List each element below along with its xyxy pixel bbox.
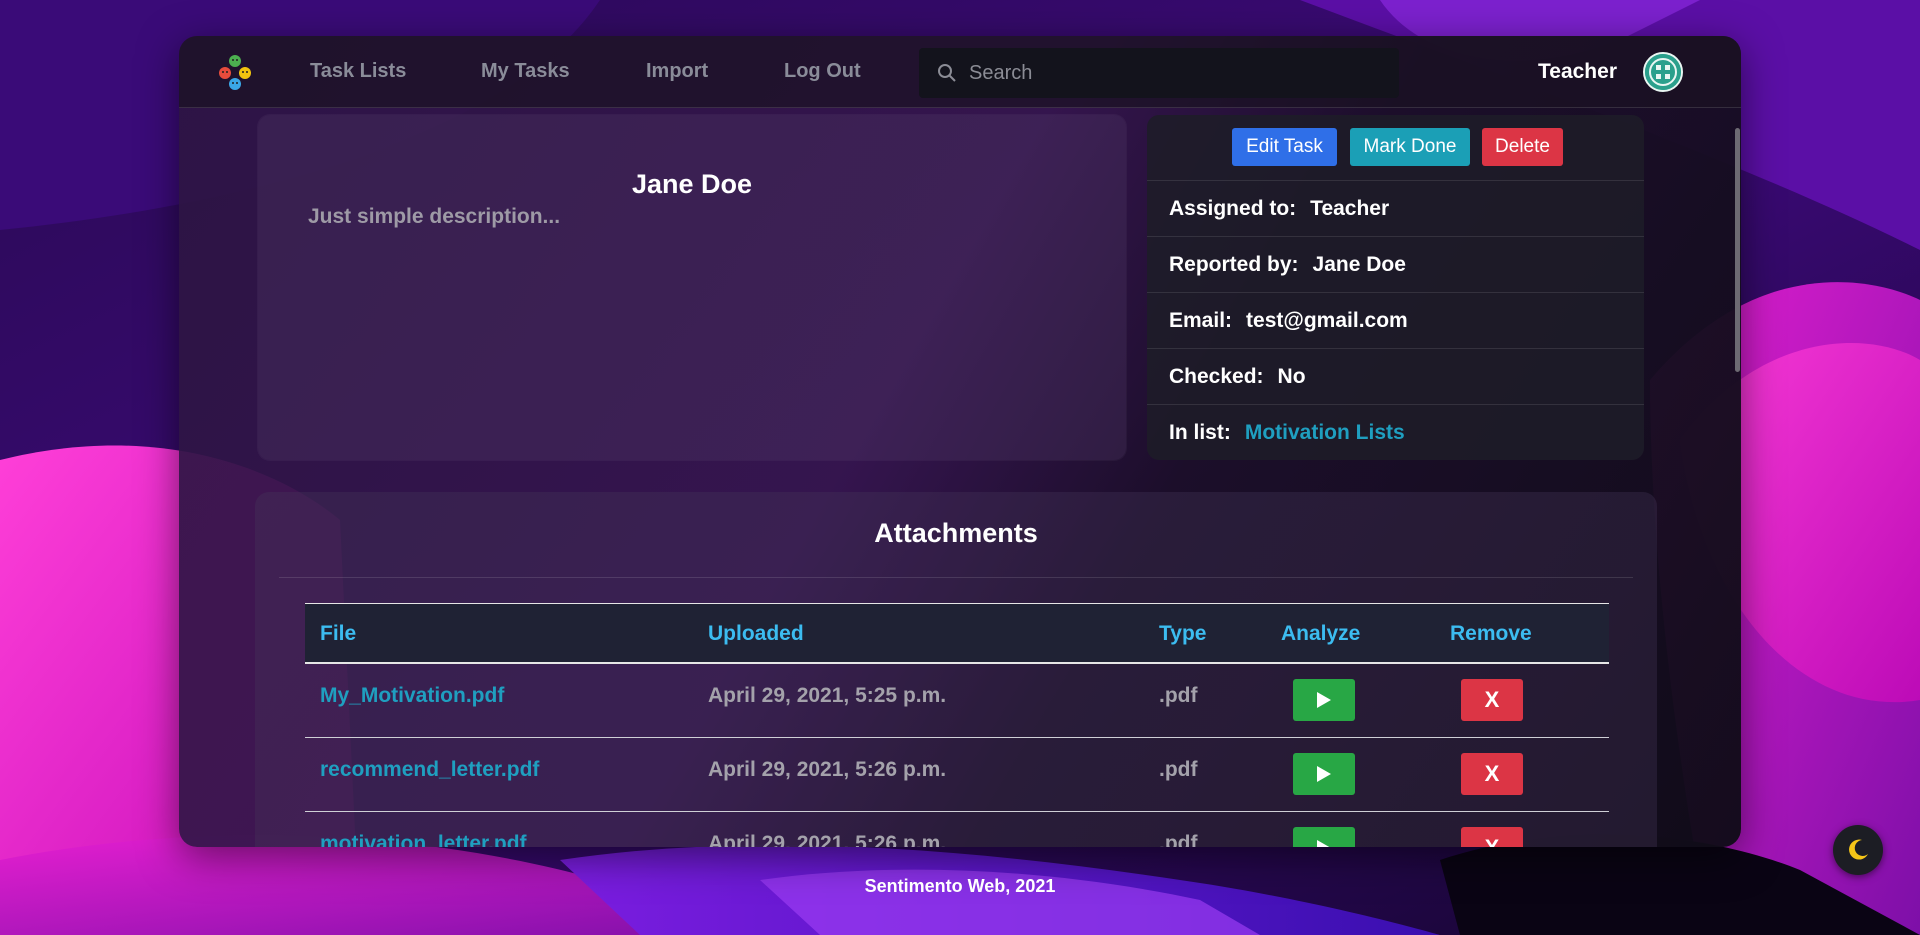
remove-button[interactable]: X <box>1461 753 1523 795</box>
file-type: .pdf <box>1159 684 1198 707</box>
mark-done-button[interactable]: Mark Done <box>1350 128 1470 166</box>
search-input[interactable] <box>969 48 1389 98</box>
file-link[interactable]: recommend_letter.pdf <box>320 758 539 782</box>
delete-button[interactable]: Delete <box>1482 128 1563 166</box>
file-type: .pdf <box>1159 758 1198 781</box>
analyze-button[interactable] <box>1293 679 1355 721</box>
remove-button[interactable]: X <box>1461 679 1523 721</box>
column-header-analyze: Analyze <box>1281 622 1361 645</box>
remove-button[interactable]: X <box>1461 827 1523 847</box>
task-description: Just simple description... <box>308 205 561 228</box>
in-list-row: In list: Motivation Lists <box>1147 405 1644 460</box>
play-icon <box>1317 692 1331 708</box>
uploaded-date: April 29, 2021, 5:26 p.m. <box>708 832 947 847</box>
reported-by-row: Reported by: Jane Doe <box>1147 237 1644 293</box>
file-type: .pdf <box>1159 832 1198 847</box>
theme-toggle-button[interactable] <box>1833 825 1883 875</box>
checked-label: Checked: <box>1169 364 1264 388</box>
search-box <box>919 48 1399 98</box>
assigned-to-row: Assigned to: Teacher <box>1147 181 1644 237</box>
email-value: test@gmail.com <box>1246 308 1408 332</box>
file-link[interactable]: motivation_letter.pdf <box>320 832 527 847</box>
email-label: Email: <box>1169 308 1233 332</box>
column-header-type: Type <box>1159 622 1207 645</box>
edit-task-button[interactable]: Edit Task <box>1232 128 1337 166</box>
footer-text: Sentimento Web, 2021 <box>864 876 1056 896</box>
analyze-button[interactable] <box>1293 753 1355 795</box>
table-header: File Uploaded Type Analyze Remove <box>305 603 1609 664</box>
file-link[interactable]: My_Motivation.pdf <box>320 684 504 708</box>
attachments-card: Attachments File Uploaded Type Analyze R… <box>255 492 1657 847</box>
app-window: Task Lists My Tasks Import Log Out Teach… <box>179 36 1741 847</box>
nav-import[interactable]: Import <box>646 60 708 83</box>
analyze-button[interactable] <box>1293 827 1355 847</box>
table-row: recommend_letter.pdf April 29, 2021, 5:2… <box>305 738 1609 812</box>
nav-my-tasks[interactable]: My Tasks <box>481 60 570 83</box>
task-details-panel: Edit Task Mark Done Delete Assigned to: … <box>1147 115 1644 460</box>
task-title: Jane Doe <box>631 169 753 199</box>
column-header-file: File <box>320 622 357 645</box>
table-row: My_Motivation.pdf April 29, 2021, 5:25 p… <box>305 664 1609 738</box>
user-name[interactable]: Teacher <box>1538 60 1617 84</box>
reported-by-value: Jane Doe <box>1312 252 1406 276</box>
assigned-to-label: Assigned to: <box>1169 196 1297 220</box>
uploaded-date: April 29, 2021, 5:26 p.m. <box>708 758 947 781</box>
moon-icon <box>1849 839 1868 860</box>
reported-by-label: Reported by: <box>1169 252 1299 276</box>
checked-value: No <box>1277 364 1306 388</box>
uploaded-date: April 29, 2021, 5:25 p.m. <box>708 684 947 707</box>
assigned-to-value: Teacher <box>1310 196 1390 220</box>
column-header-remove: Remove <box>1450 622 1532 645</box>
navbar: Task Lists My Tasks Import Log Out Teach… <box>179 36 1741 108</box>
in-list-label: In list: <box>1169 421 1231 444</box>
search-icon <box>938 64 956 82</box>
avatar[interactable] <box>1643 52 1683 92</box>
nav-task-lists[interactable]: Task Lists <box>310 60 406 83</box>
scrollbar-thumb[interactable] <box>1735 128 1740 372</box>
divider <box>279 577 1633 578</box>
attachments-title: Attachments <box>874 518 1038 548</box>
play-icon <box>1317 766 1331 782</box>
emotion-faces-logo-icon[interactable] <box>215 52 255 92</box>
in-list-link[interactable]: Motivation Lists <box>1245 421 1405 445</box>
table-row: motivation_letter.pdf April 29, 2021, 5:… <box>305 812 1609 847</box>
play-icon <box>1317 840 1330 847</box>
email-row: Email: test@gmail.com <box>1147 293 1644 349</box>
task-actions: Edit Task Mark Done Delete <box>1147 115 1644 181</box>
nav-log-out[interactable]: Log Out <box>784 60 861 83</box>
task-card: Jane Doe Just simple description... <box>258 115 1126 460</box>
checked-row: Checked: No <box>1147 349 1644 405</box>
column-header-uploaded: Uploaded <box>708 622 804 645</box>
